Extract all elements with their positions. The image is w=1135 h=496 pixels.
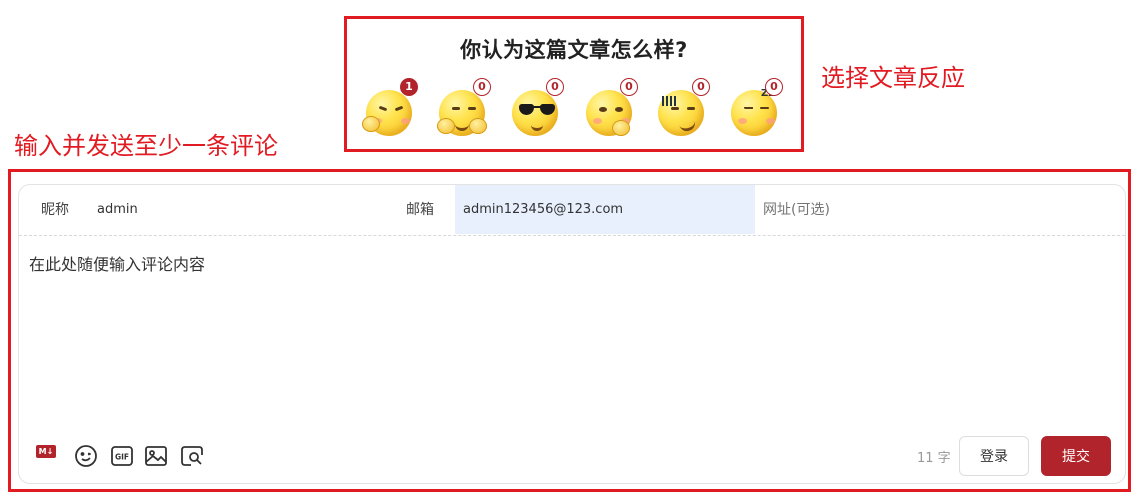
gif-label: GIF (115, 453, 129, 462)
sleepy-emoji-icon: ZZ (731, 88, 777, 136)
emoji-icon[interactable] (73, 443, 99, 469)
markdown-label: M↓ (36, 444, 56, 458)
comment-form: 昵称 邮箱 在此处随便输入评论内容 M↓ GIF 11 字 登录 (18, 184, 1126, 484)
comment-meta-row: 昵称 邮箱 (19, 185, 1125, 236)
preview-icon[interactable] (179, 443, 205, 469)
nickname-label: 昵称 (41, 202, 69, 218)
email-input[interactable] (455, 185, 755, 234)
markdown-icon[interactable]: M↓ (33, 443, 59, 469)
comment-callout: 输入并发送至少一条评论 (14, 132, 278, 160)
reaction-sleepy[interactable]: ZZ 0 (729, 78, 783, 142)
email-label: 邮箱 (406, 202, 434, 218)
reaction-grinning-hands[interactable]: 0 (437, 78, 491, 142)
sweat-smirk-emoji-icon (658, 90, 704, 136)
nickname-input[interactable] (89, 185, 399, 234)
website-input[interactable] (755, 185, 1115, 234)
reaction-title: 你认为这篇文章怎么样? (460, 38, 688, 62)
reaction-callout: 选择文章反应 (821, 64, 965, 92)
reaction-count: 0 (692, 78, 710, 96)
login-button[interactable]: 登录 (959, 436, 1029, 476)
reaction-count: 0 (473, 78, 491, 96)
reaction-count: 1 (400, 78, 418, 96)
gif-icon[interactable]: GIF (109, 443, 135, 469)
reaction-angry-thinking[interactable]: 1 (362, 78, 418, 142)
reaction-count: 0 (546, 78, 564, 96)
reaction-thinking[interactable]: 0 (584, 78, 638, 142)
comment-textarea[interactable]: 在此处随便输入评论内容 (27, 249, 1111, 413)
reaction-count: 0 (765, 78, 783, 96)
sunglasses-emoji-icon (512, 90, 558, 136)
submit-button[interactable]: 提交 (1041, 436, 1111, 476)
word-count: 11 字 (917, 451, 951, 466)
reaction-sweat-smirk[interactable]: 0 (656, 78, 710, 142)
reaction-count: 0 (620, 78, 638, 96)
reaction-sunglasses[interactable]: 0 (510, 78, 564, 142)
image-icon[interactable] (143, 443, 169, 469)
